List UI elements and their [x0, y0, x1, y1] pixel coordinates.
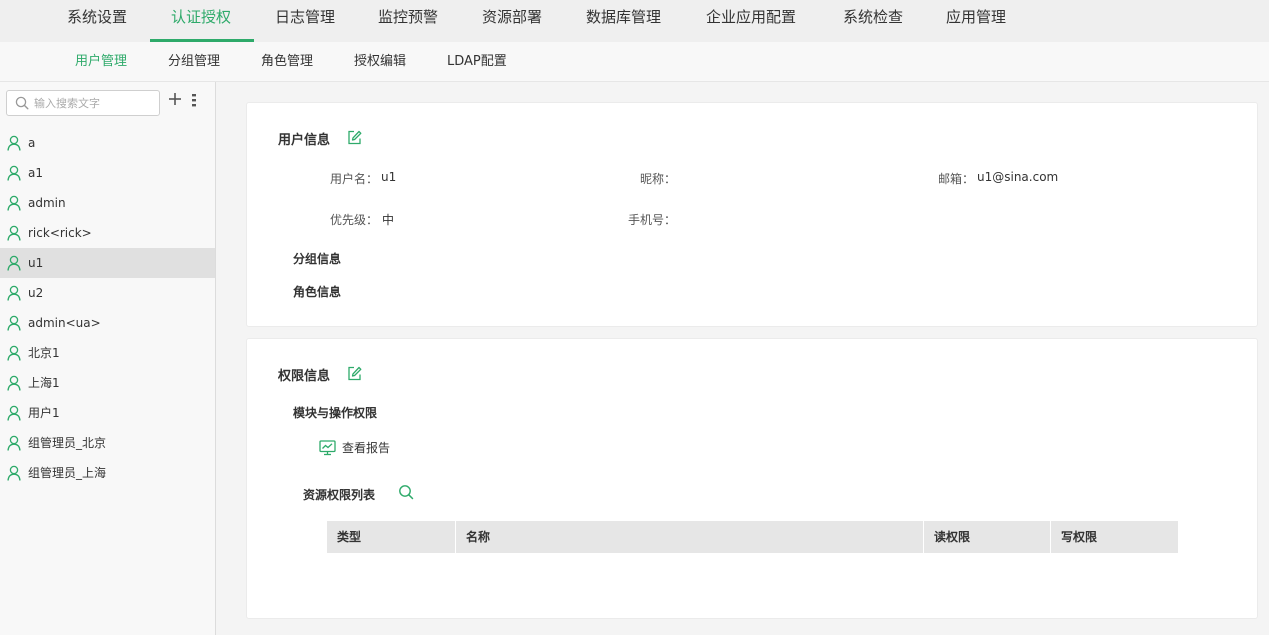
user-icon: [7, 405, 21, 421]
search-icon: [15, 96, 29, 110]
user-list-item-label: u1: [28, 256, 44, 270]
user-list-item[interactable]: 组管理员_上海: [0, 458, 215, 488]
sub-nav-item-ldap[interactable]: LDAP配置: [447, 42, 507, 82]
report-chart-icon: [319, 440, 336, 456]
plus-icon[interactable]: [168, 91, 182, 107]
top-nav: 系统设置 认证授权 日志管理 监控预警 资源部署 数据库管理 企业应用配置 系统…: [0, 0, 1269, 42]
priority-label: 优先级：: [330, 213, 379, 227]
user-icon: [7, 435, 21, 451]
user-list-item[interactable]: 上海1: [0, 368, 215, 398]
module-permission-title: 模块与操作权限: [293, 406, 378, 420]
user-list-item[interactable]: admin<ua>: [0, 308, 215, 338]
user-list-item[interactable]: 组管理员_北京: [0, 428, 215, 458]
user-list-item[interactable]: admin: [0, 188, 215, 218]
view-report-label: 查看报告: [342, 441, 391, 455]
nickname-label: 昵称：: [640, 172, 677, 186]
user-list-item[interactable]: a1: [0, 158, 215, 188]
user-icon: [7, 315, 21, 331]
user-icon: [7, 345, 21, 361]
user-list-item-label: admin<ua>: [28, 316, 101, 330]
user-info-title: 用户信息: [278, 133, 331, 148]
user-list-item-label: u2: [28, 286, 44, 300]
top-nav-item-system-check[interactable]: 系统检查: [843, 0, 903, 42]
user-sidebar: a a1 admin rick<rick> u1 u2 admin<ua> 北京1 上海1 用户1…: [0, 82, 216, 635]
sub-nav-item-groups[interactable]: 分组管理: [168, 42, 220, 82]
user-icon: [7, 285, 21, 301]
user-icon: [7, 375, 21, 391]
email-value: u1@sina.com: [977, 170, 1059, 184]
search-icon[interactable]: [398, 484, 414, 500]
user-info-panel: 用户信息 用户名： u1 昵称： 邮箱： u1@sina.com 优先级： 中 …: [246, 102, 1258, 327]
username-value: u1: [381, 170, 397, 184]
top-nav-item-system-settings[interactable]: 系统设置: [67, 0, 127, 42]
resource-permission-table-header: 类型 名称 读权限 写权限: [327, 521, 1178, 553]
top-nav-item-auth[interactable]: 认证授权: [171, 0, 231, 42]
column-header-name: 名称: [456, 521, 924, 553]
top-nav-item-monitoring[interactable]: 监控预警: [378, 0, 438, 42]
email-label: 邮箱：: [938, 172, 975, 186]
user-icon: [7, 255, 21, 271]
user-list-item[interactable]: u2: [0, 278, 215, 308]
user-list-item-label: 用户1: [28, 406, 60, 420]
user-list-item[interactable]: a: [0, 128, 215, 158]
role-info-title: 角色信息: [293, 285, 342, 299]
user-list: a a1 admin rick<rick> u1 u2 admin<ua> 北京1 上海1 用户1…: [0, 128, 215, 488]
group-info-title: 分组信息: [293, 252, 342, 266]
top-nav-item-enterprise-apps[interactable]: 企业应用配置: [706, 0, 796, 42]
top-nav-item-deployment[interactable]: 资源部署: [482, 0, 542, 42]
sub-nav-item-users[interactable]: 用户管理: [75, 42, 127, 82]
sub-nav: 用户管理 分组管理 角色管理 授权编辑 LDAP配置: [0, 42, 1269, 82]
sub-nav-item-auth-edit[interactable]: 授权编辑: [354, 42, 406, 82]
user-icon: [7, 135, 21, 151]
user-list-item-label: 北京1: [28, 346, 60, 360]
column-header-type: 类型: [327, 521, 456, 553]
top-nav-item-app-management[interactable]: 应用管理: [946, 0, 1006, 42]
user-list-item-label: 组管理员_上海: [28, 466, 107, 480]
top-nav-item-database[interactable]: 数据库管理: [586, 0, 661, 42]
user-list-item[interactable]: u1: [0, 248, 215, 278]
user-list-item[interactable]: 北京1: [0, 338, 215, 368]
column-header-read: 读权限: [924, 521, 1051, 553]
column-header-write: 写权限: [1061, 530, 1098, 544]
edit-icon[interactable]: [347, 130, 362, 145]
user-icon: [7, 225, 21, 241]
user-list-item-label: 上海1: [28, 376, 60, 390]
user-search-input[interactable]: [34, 93, 154, 113]
top-nav-item-logs[interactable]: 日志管理: [275, 0, 335, 42]
resource-permission-title: 资源权限列表: [303, 488, 376, 502]
phone-label: 手机号：: [628, 213, 677, 227]
edit-icon[interactable]: [347, 366, 362, 381]
user-search-box: [6, 90, 160, 116]
priority-value: 中: [382, 213, 395, 227]
user-icon: [7, 165, 21, 181]
user-list-item[interactable]: rick<rick>: [0, 218, 215, 248]
user-list-item-label: admin: [28, 196, 66, 210]
user-list-item[interactable]: 用户1: [0, 398, 215, 428]
sub-nav-item-roles[interactable]: 角色管理: [261, 42, 313, 82]
user-icon: [7, 195, 21, 211]
user-list-item-label: a: [28, 136, 36, 150]
more-vertical-icon[interactable]: [190, 93, 198, 109]
user-icon: [7, 465, 21, 481]
username-label: 用户名：: [330, 172, 379, 186]
user-list-item-label: 组管理员_北京: [28, 436, 107, 450]
permission-info-panel: 权限信息 模块与操作权限 查看报告 资源权限列表 类型 名称 读权限 写权限: [246, 338, 1258, 619]
user-list-item-label: a1: [28, 166, 43, 180]
permission-info-title: 权限信息: [278, 369, 331, 384]
user-list-item-label: rick<rick>: [28, 226, 92, 240]
